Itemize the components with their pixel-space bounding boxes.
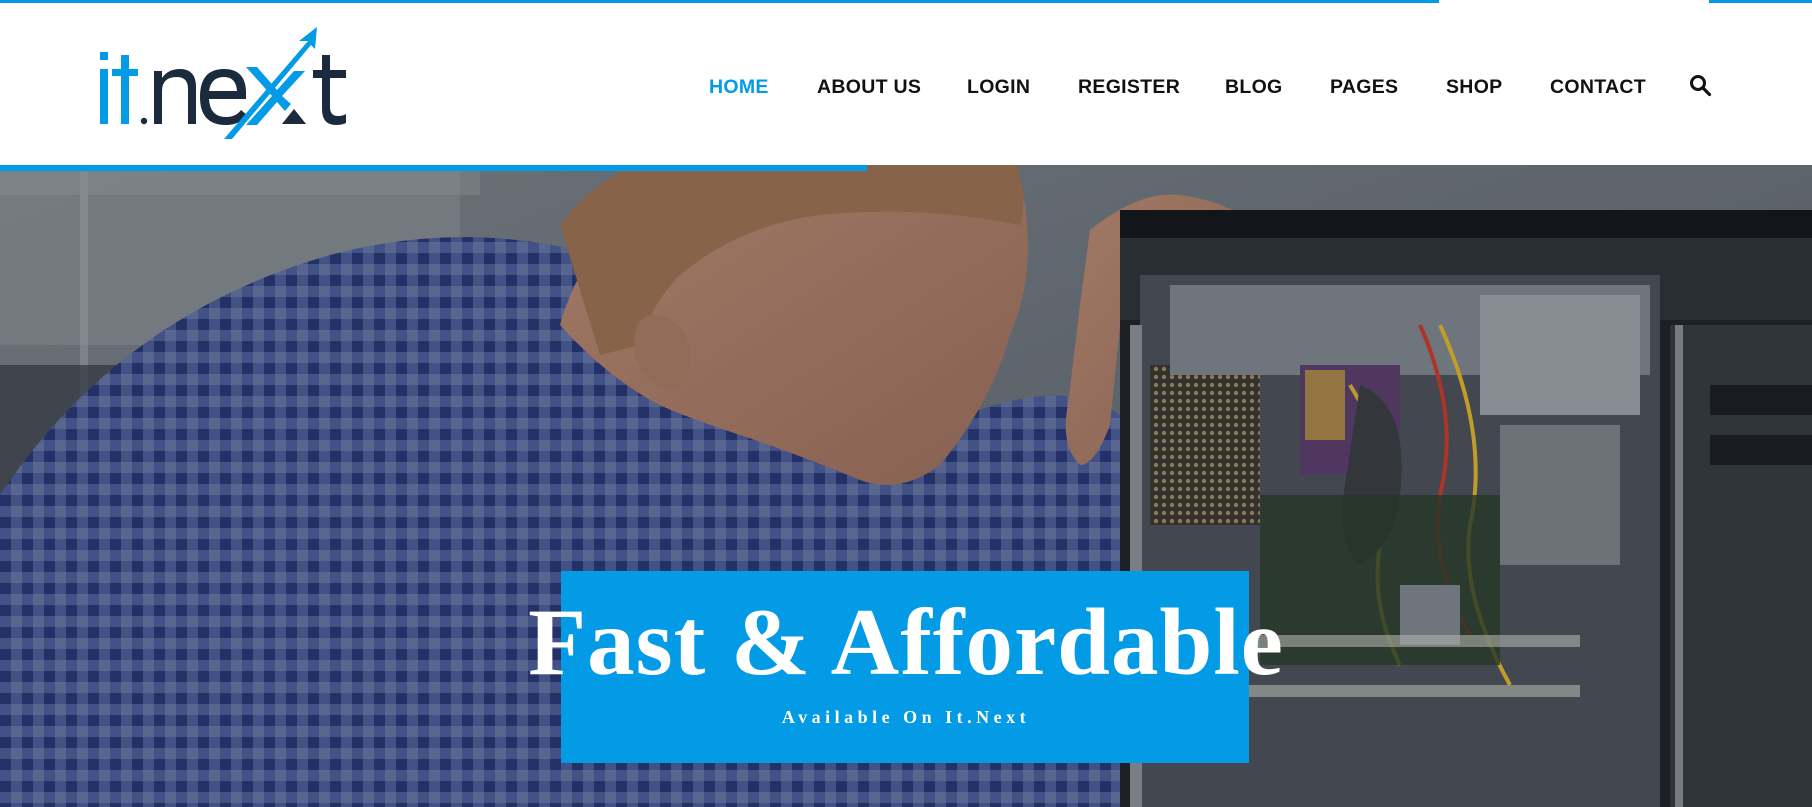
nav-item-contact[interactable]: CONTACT bbox=[1550, 74, 1646, 100]
hero-title: Fast & Affordable bbox=[528, 589, 1284, 695]
nav-item-blog[interactable]: BLOG bbox=[1225, 74, 1283, 100]
nav-item-home[interactable]: HOME bbox=[709, 74, 769, 100]
hero-subtitle: Available On It.Next bbox=[781, 707, 1031, 727]
header-accent-bar bbox=[0, 165, 867, 171]
nav-item-register[interactable]: REGISTER bbox=[1078, 74, 1180, 100]
search-icon bbox=[1690, 75, 1712, 97]
main-nav: HOME ABOUT US LOGIN REGISTER BLOG PAGES … bbox=[0, 74, 1812, 100]
nav-item-pages[interactable]: PAGES bbox=[1330, 74, 1398, 100]
hero-slider: Fast & Affordable Available On It.Next bbox=[0, 165, 1812, 807]
search-button[interactable] bbox=[1688, 73, 1712, 97]
nav-item-login[interactable]: LOGIN bbox=[967, 74, 1030, 100]
site-header: HOME ABOUT US LOGIN REGISTER BLOG PAGES … bbox=[0, 3, 1812, 165]
nav-item-shop[interactable]: SHOP bbox=[1446, 74, 1502, 100]
nav-item-about-us[interactable]: ABOUT US bbox=[817, 74, 921, 100]
